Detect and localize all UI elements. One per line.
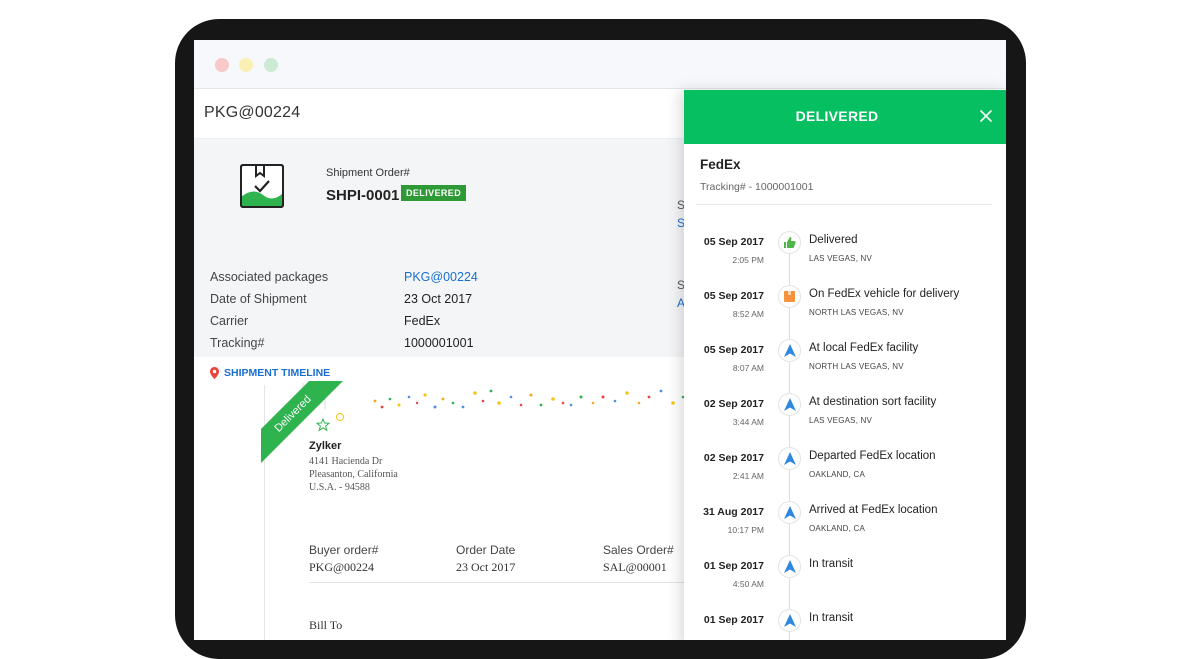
event-status: In transit — [809, 558, 854, 570]
window-close-dot[interactable] — [215, 58, 229, 72]
event-status: Arrived at FedEx location — [809, 504, 938, 516]
order-date-header: Order Date — [456, 543, 516, 557]
event-status: On FedEx vehicle for delivery — [809, 288, 960, 300]
event-date: 05 Sep 2017 — [703, 344, 764, 356]
event-status: Delivered — [809, 234, 858, 246]
event-time: 10:17 PM — [727, 525, 764, 535]
event-location: OAKLAND, CA — [809, 524, 865, 533]
event-time: 2:41 AM — [732, 471, 764, 481]
event-location: NORTH LAS VEGAS, NV — [809, 362, 904, 371]
shipment-summary: Shipment Order# SHPI-0001 DELIVERED Asso… — [194, 139, 694, 379]
navigation-arrow-icon — [778, 447, 801, 470]
shipment-order-label: Shipment Order# — [326, 167, 410, 179]
bill-to-label: Bill To — [309, 618, 343, 632]
sales-order-header: Sales Order# — [603, 543, 674, 557]
tracking-label: Tracking# — [210, 336, 265, 350]
event-location: LAS VEGAS, NV — [809, 416, 873, 425]
close-icon[interactable] — [976, 106, 996, 126]
event-time: 3:44 AM — [732, 417, 764, 427]
associated-packages-label: Associated packages — [210, 270, 329, 284]
navigation-arrow-icon — [778, 555, 801, 578]
event-date: 05 Sep 2017 — [703, 290, 764, 302]
associated-packages-link[interactable]: PKG@00224 — [404, 270, 478, 284]
event-date: 02 Sep 2017 — [703, 398, 764, 410]
package-box-icon — [240, 164, 284, 208]
navigation-arrow-icon — [778, 393, 801, 416]
navigation-arrow-icon — [778, 501, 801, 524]
panel-title: DELIVERED — [795, 108, 879, 124]
carrier-label: Carrier — [210, 314, 249, 328]
package-slip-document: Delivered Zylker 4141 Hacienda Dr Pleasa… — [261, 381, 695, 640]
carrier-value: FedEx — [404, 314, 441, 328]
package-icon — [778, 285, 801, 308]
window-titlebar — [194, 40, 1006, 89]
event-status: Departed FedEx location — [809, 450, 936, 462]
event-date: 01 Sep 2017 — [703, 560, 764, 572]
tracking-number: Tracking# - 1000001001 — [700, 181, 814, 193]
tracking-panel: DELIVERED FedEx Tracking# - 1000001001 0… — [684, 90, 1006, 640]
company-address-line: Pleasanton, California — [309, 469, 398, 480]
status-badge: DELIVERED — [401, 185, 467, 201]
date-of-shipment-value: 23 Oct 2017 — [404, 292, 473, 306]
event-time: 8:52 AM — [732, 309, 764, 319]
event-location: OAKLAND, CA — [809, 470, 865, 479]
sales-order-value: SAL@00001 — [603, 560, 667, 574]
event-location: NORTH LAS VEGAS, NV — [809, 308, 904, 317]
thumbs-up-icon — [778, 231, 801, 254]
shipment-order-number: SHPI-0001 — [326, 187, 400, 204]
buyer-order-header: Buyer order# — [309, 543, 379, 557]
event-time: 8:07 AM — [732, 363, 764, 373]
shipment-timeline-link[interactable]: SHIPMENT TIMELINE — [210, 367, 330, 379]
event-time: 2:05 PM — [732, 255, 764, 265]
window-minimize-dot[interactable] — [239, 58, 253, 72]
event-date: 01 Sep 2017 — [703, 614, 764, 626]
browser-window: PKG@00224 Shipment Order# SHPI-0001 DELI… — [194, 40, 1006, 640]
page-title: PKG@00224 — [204, 104, 301, 121]
event-date: 05 Sep 2017 — [703, 236, 764, 248]
window-maximize-dot[interactable] — [264, 58, 278, 72]
company-name: Zylker — [309, 440, 342, 452]
location-pin-icon — [210, 367, 219, 379]
divider — [309, 582, 695, 583]
event-date: 02 Sep 2017 — [703, 452, 764, 464]
tracking-value: 1000001001 — [404, 336, 474, 350]
navigation-arrow-icon — [778, 339, 801, 362]
event-time: 4:50 AM — [732, 579, 764, 589]
shipment-timeline-label: SHIPMENT TIMELINE — [224, 367, 331, 379]
event-status: At local FedEx facility — [809, 342, 919, 354]
navigation-arrow-icon — [778, 609, 801, 632]
company-address-line: U.S.A. - 94588 — [309, 482, 370, 493]
carrier-name: FedEx — [700, 157, 741, 172]
event-status: At destination sort facility — [809, 396, 937, 408]
company-address-line: 4141 Hacienda Dr — [309, 456, 383, 467]
event-date: 31 Aug 2017 — [703, 506, 764, 518]
event-location: LAS VEGAS, NV — [809, 254, 873, 263]
divider — [696, 204, 992, 205]
event-status: In transit — [809, 612, 854, 624]
buyer-order-value: PKG@00224 — [309, 560, 375, 574]
date-of-shipment-label: Date of Shipment — [210, 292, 307, 306]
panel-header: DELIVERED — [684, 90, 1006, 144]
order-date-value: 23 Oct 2017 — [456, 560, 516, 574]
